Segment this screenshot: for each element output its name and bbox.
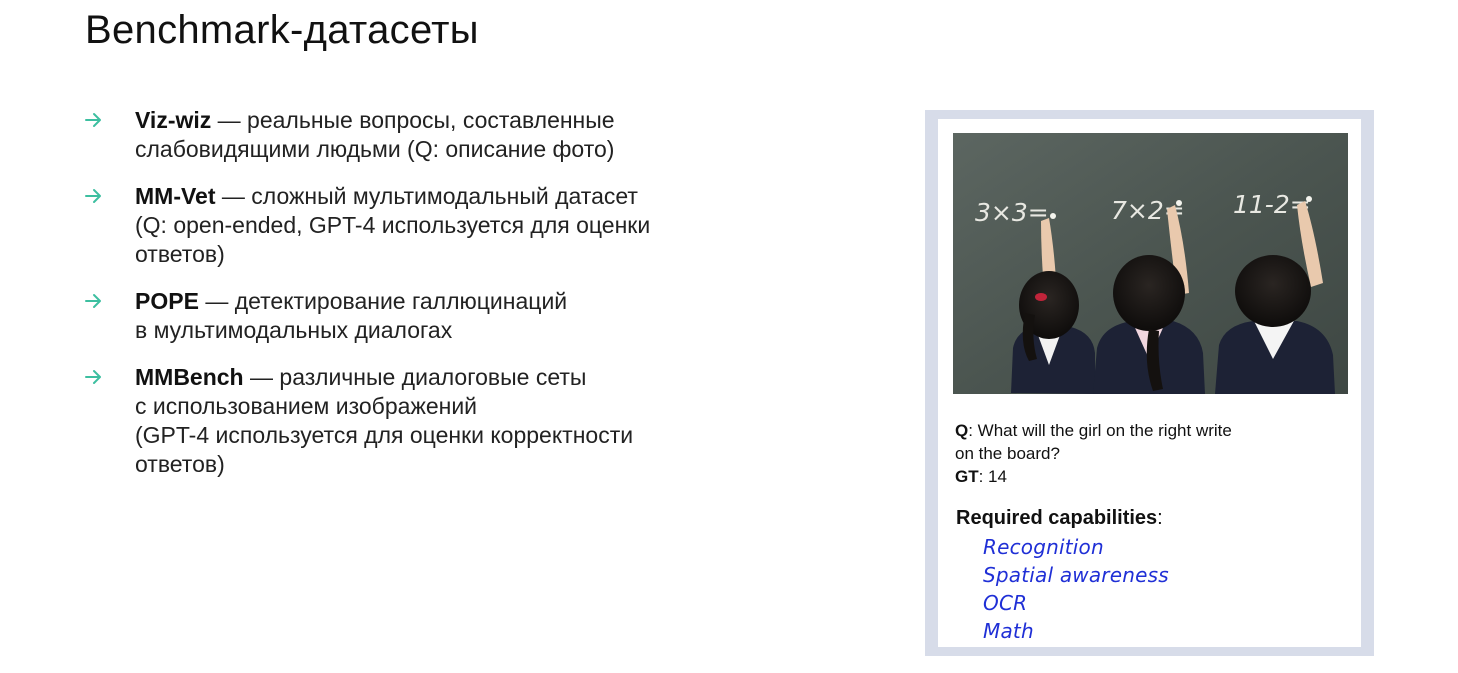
dataset-description: ответов): [135, 241, 225, 267]
question-block: Q: What will the girl on the right write…: [955, 419, 1295, 488]
board-equation: 3×3=: [975, 198, 1049, 227]
list-item: Viz-wiz — реальные вопросы, составленные…: [84, 106, 764, 164]
dataset-description: с использованием изображений: [135, 393, 478, 419]
dataset-description: — детектирование галлюцинаций: [205, 288, 568, 314]
question-label: Q: [955, 421, 969, 440]
capabilities-heading: Required capabilities:: [956, 507, 1163, 530]
dataset-description: слабовидящими людьми (Q: описание фото): [135, 136, 615, 162]
ground-truth-label: GT: [955, 467, 979, 486]
capability-item: Spatial awareness: [983, 563, 1169, 587]
arrow-right-icon: [85, 294, 101, 308]
question-text: on the board?: [955, 444, 1060, 463]
ground-truth-value: : 14: [978, 467, 1007, 486]
example-card-frame: 3×3= 7×2= 11-2= Q: What will the girl on…: [925, 110, 1374, 656]
dataset-description: — сложный мультимодальный датасет: [221, 183, 638, 209]
capability-item: Recognition: [983, 535, 1104, 559]
arrow-right-icon: [85, 370, 101, 384]
dataset-name: Viz-wiz: [135, 107, 212, 133]
dataset-name: POPE: [135, 288, 199, 314]
dataset-description: ответов): [135, 451, 225, 477]
example-card: 3×3= 7×2= 11-2= Q: What will the girl on…: [938, 119, 1361, 647]
list-item: MM-Vet — сложный мультимодальный датасет…: [84, 182, 764, 269]
capabilities-colon: :: [1157, 507, 1163, 529]
dataset-name: MMBench: [135, 364, 244, 390]
capability-item: OCR: [983, 591, 1028, 615]
page-title: Benchmark-датасеты: [85, 8, 479, 52]
dataset-description: в мультимодальных диалогах: [135, 317, 453, 343]
classroom-photo: 3×3= 7×2= 11-2=: [953, 133, 1348, 394]
capability-item: Math: [983, 619, 1034, 643]
benchmark-list: Viz-wiz — реальные вопросы, составленные…: [84, 106, 764, 497]
capabilities-list: Recognition Spatial awareness OCR Math: [983, 533, 1169, 645]
dataset-description: (GPT-4 используется для оценки корректно…: [135, 422, 634, 448]
capabilities-label: Required capabilities: [956, 507, 1158, 529]
arrow-right-icon: [85, 113, 101, 127]
list-item: POPE — детектирование галлюцинаций в мул…: [84, 287, 764, 345]
dataset-description: (Q: open-ended, GPT-4 используется для о…: [135, 212, 651, 238]
question-text: : What will the girl on the right write: [968, 421, 1232, 440]
dataset-description: — различные диалоговые сеты: [250, 364, 587, 390]
dataset-description: — реальные вопросы, составленные: [217, 107, 615, 133]
dataset-name: MM-Vet: [135, 183, 216, 209]
list-item: MMBench — различные диалоговые сеты с ис…: [84, 363, 764, 479]
arrow-right-icon: [85, 189, 101, 203]
